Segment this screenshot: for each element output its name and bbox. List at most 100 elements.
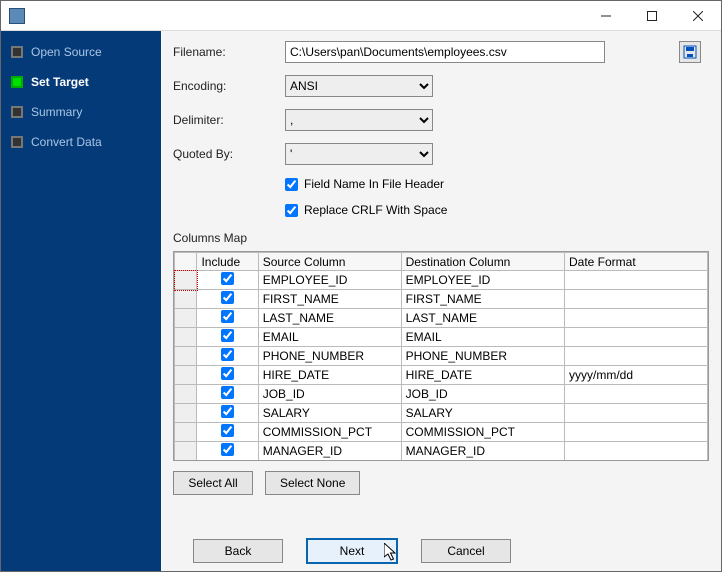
- table-row[interactable]: JOB_IDJOB_ID: [175, 385, 708, 404]
- table-row[interactable]: EMPLOYEE_IDEMPLOYEE_ID: [175, 271, 708, 290]
- datefmt-cell[interactable]: [565, 309, 708, 328]
- col-source[interactable]: Source Column: [258, 253, 401, 271]
- dest-cell[interactable]: HIRE_DATE: [401, 366, 564, 385]
- table-row[interactable]: DEPARTMENT_IDDEPARTMENT_ID: [175, 461, 708, 462]
- table-row[interactable]: SALARYSALARY: [175, 404, 708, 423]
- table-corner: [175, 253, 197, 271]
- datefmt-cell[interactable]: [565, 347, 708, 366]
- step-marker-icon: [11, 136, 23, 148]
- source-cell[interactable]: MANAGER_ID: [258, 442, 401, 461]
- quoted-by-select[interactable]: ': [285, 143, 433, 165]
- maximize-button[interactable]: [629, 1, 675, 31]
- columns-map-label: Columns Map: [173, 231, 709, 245]
- col-include[interactable]: Include: [197, 253, 258, 271]
- include-checkbox[interactable]: [221, 367, 234, 380]
- step-marker-icon: [11, 106, 23, 118]
- datefmt-cell[interactable]: yyyy/mm/dd: [565, 366, 708, 385]
- include-checkbox[interactable]: [221, 310, 234, 323]
- minimize-button[interactable]: [583, 1, 629, 31]
- field-header-checkbox[interactable]: [285, 178, 298, 191]
- dest-cell[interactable]: COMMISSION_PCT: [401, 423, 564, 442]
- row-header[interactable]: [175, 271, 197, 290]
- source-cell[interactable]: PHONE_NUMBER: [258, 347, 401, 366]
- back-button[interactable]: Back: [193, 539, 283, 563]
- filename-label: Filename:: [173, 45, 285, 59]
- dest-cell[interactable]: MANAGER_ID: [401, 442, 564, 461]
- select-all-button[interactable]: Select All: [173, 471, 253, 495]
- dest-cell[interactable]: PHONE_NUMBER: [401, 347, 564, 366]
- encoding-select[interactable]: ANSI: [285, 75, 433, 97]
- datefmt-cell[interactable]: [565, 461, 708, 462]
- row-header[interactable]: [175, 423, 197, 442]
- dest-cell[interactable]: DEPARTMENT_ID: [401, 461, 564, 462]
- datefmt-cell[interactable]: [565, 404, 708, 423]
- browse-file-button[interactable]: [679, 41, 701, 63]
- field-header-label: Field Name In File Header: [304, 177, 444, 191]
- select-none-button[interactable]: Select None: [265, 471, 360, 495]
- datefmt-cell[interactable]: [565, 328, 708, 347]
- row-header[interactable]: [175, 290, 197, 309]
- row-header[interactable]: [175, 442, 197, 461]
- close-button[interactable]: [675, 1, 721, 31]
- dest-cell[interactable]: EMPLOYEE_ID: [401, 271, 564, 290]
- dest-cell[interactable]: SALARY: [401, 404, 564, 423]
- source-cell[interactable]: COMMISSION_PCT: [258, 423, 401, 442]
- datefmt-cell[interactable]: [565, 385, 708, 404]
- source-cell[interactable]: EMAIL: [258, 328, 401, 347]
- table-row[interactable]: COMMISSION_PCTCOMMISSION_PCT: [175, 423, 708, 442]
- source-cell[interactable]: EMPLOYEE_ID: [258, 271, 401, 290]
- row-header[interactable]: [175, 404, 197, 423]
- row-header[interactable]: [175, 461, 197, 462]
- cancel-button[interactable]: Cancel: [421, 539, 511, 563]
- filename-input[interactable]: [285, 41, 605, 63]
- table-row[interactable]: FIRST_NAMEFIRST_NAME: [175, 290, 708, 309]
- sidebar-item-label: Convert Data: [31, 135, 102, 149]
- next-button[interactable]: Next: [307, 539, 397, 563]
- columns-map-table-wrap[interactable]: Include Source Column Destination Column…: [173, 251, 709, 461]
- dest-cell[interactable]: EMAIL: [401, 328, 564, 347]
- wizard-sidebar: Open Source Set Target Summary Convert D…: [1, 31, 161, 571]
- encoding-label: Encoding:: [173, 79, 285, 93]
- table-row[interactable]: LAST_NAMELAST_NAME: [175, 309, 708, 328]
- row-header[interactable]: [175, 309, 197, 328]
- source-cell[interactable]: FIRST_NAME: [258, 290, 401, 309]
- dest-cell[interactable]: JOB_ID: [401, 385, 564, 404]
- sidebar-item-set-target[interactable]: Set Target: [1, 67, 161, 97]
- include-checkbox[interactable]: [221, 348, 234, 361]
- include-checkbox[interactable]: [221, 424, 234, 437]
- datefmt-cell[interactable]: [565, 290, 708, 309]
- delimiter-select[interactable]: ,: [285, 109, 433, 131]
- include-checkbox[interactable]: [221, 272, 234, 285]
- datefmt-cell[interactable]: [565, 442, 708, 461]
- table-row[interactable]: EMAILEMAIL: [175, 328, 708, 347]
- table-row[interactable]: PHONE_NUMBERPHONE_NUMBER: [175, 347, 708, 366]
- sidebar-item-summary[interactable]: Summary: [1, 97, 161, 127]
- include-checkbox[interactable]: [221, 329, 234, 342]
- source-cell[interactable]: SALARY: [258, 404, 401, 423]
- replace-crlf-checkbox[interactable]: [285, 204, 298, 217]
- include-checkbox[interactable]: [221, 443, 234, 456]
- dest-cell[interactable]: FIRST_NAME: [401, 290, 564, 309]
- col-dest[interactable]: Destination Column: [401, 253, 564, 271]
- wizard-window: Open Source Set Target Summary Convert D…: [0, 0, 722, 572]
- row-header[interactable]: [175, 328, 197, 347]
- col-datefmt[interactable]: Date Format: [565, 253, 708, 271]
- table-row[interactable]: HIRE_DATEHIRE_DATEyyyy/mm/dd: [175, 366, 708, 385]
- include-checkbox[interactable]: [221, 291, 234, 304]
- row-header[interactable]: [175, 385, 197, 404]
- sidebar-item-convert-data[interactable]: Convert Data: [1, 127, 161, 157]
- datefmt-cell[interactable]: [565, 271, 708, 290]
- include-checkbox[interactable]: [221, 386, 234, 399]
- row-header[interactable]: [175, 347, 197, 366]
- include-checkbox[interactable]: [221, 405, 234, 418]
- source-cell[interactable]: DEPARTMENT_ID: [258, 461, 401, 462]
- source-cell[interactable]: HIRE_DATE: [258, 366, 401, 385]
- row-header[interactable]: [175, 366, 197, 385]
- datefmt-cell[interactable]: [565, 423, 708, 442]
- replace-crlf-label: Replace CRLF With Space: [304, 203, 447, 217]
- source-cell[interactable]: LAST_NAME: [258, 309, 401, 328]
- sidebar-item-open-source[interactable]: Open Source: [1, 37, 161, 67]
- table-row[interactable]: MANAGER_IDMANAGER_ID: [175, 442, 708, 461]
- dest-cell[interactable]: LAST_NAME: [401, 309, 564, 328]
- source-cell[interactable]: JOB_ID: [258, 385, 401, 404]
